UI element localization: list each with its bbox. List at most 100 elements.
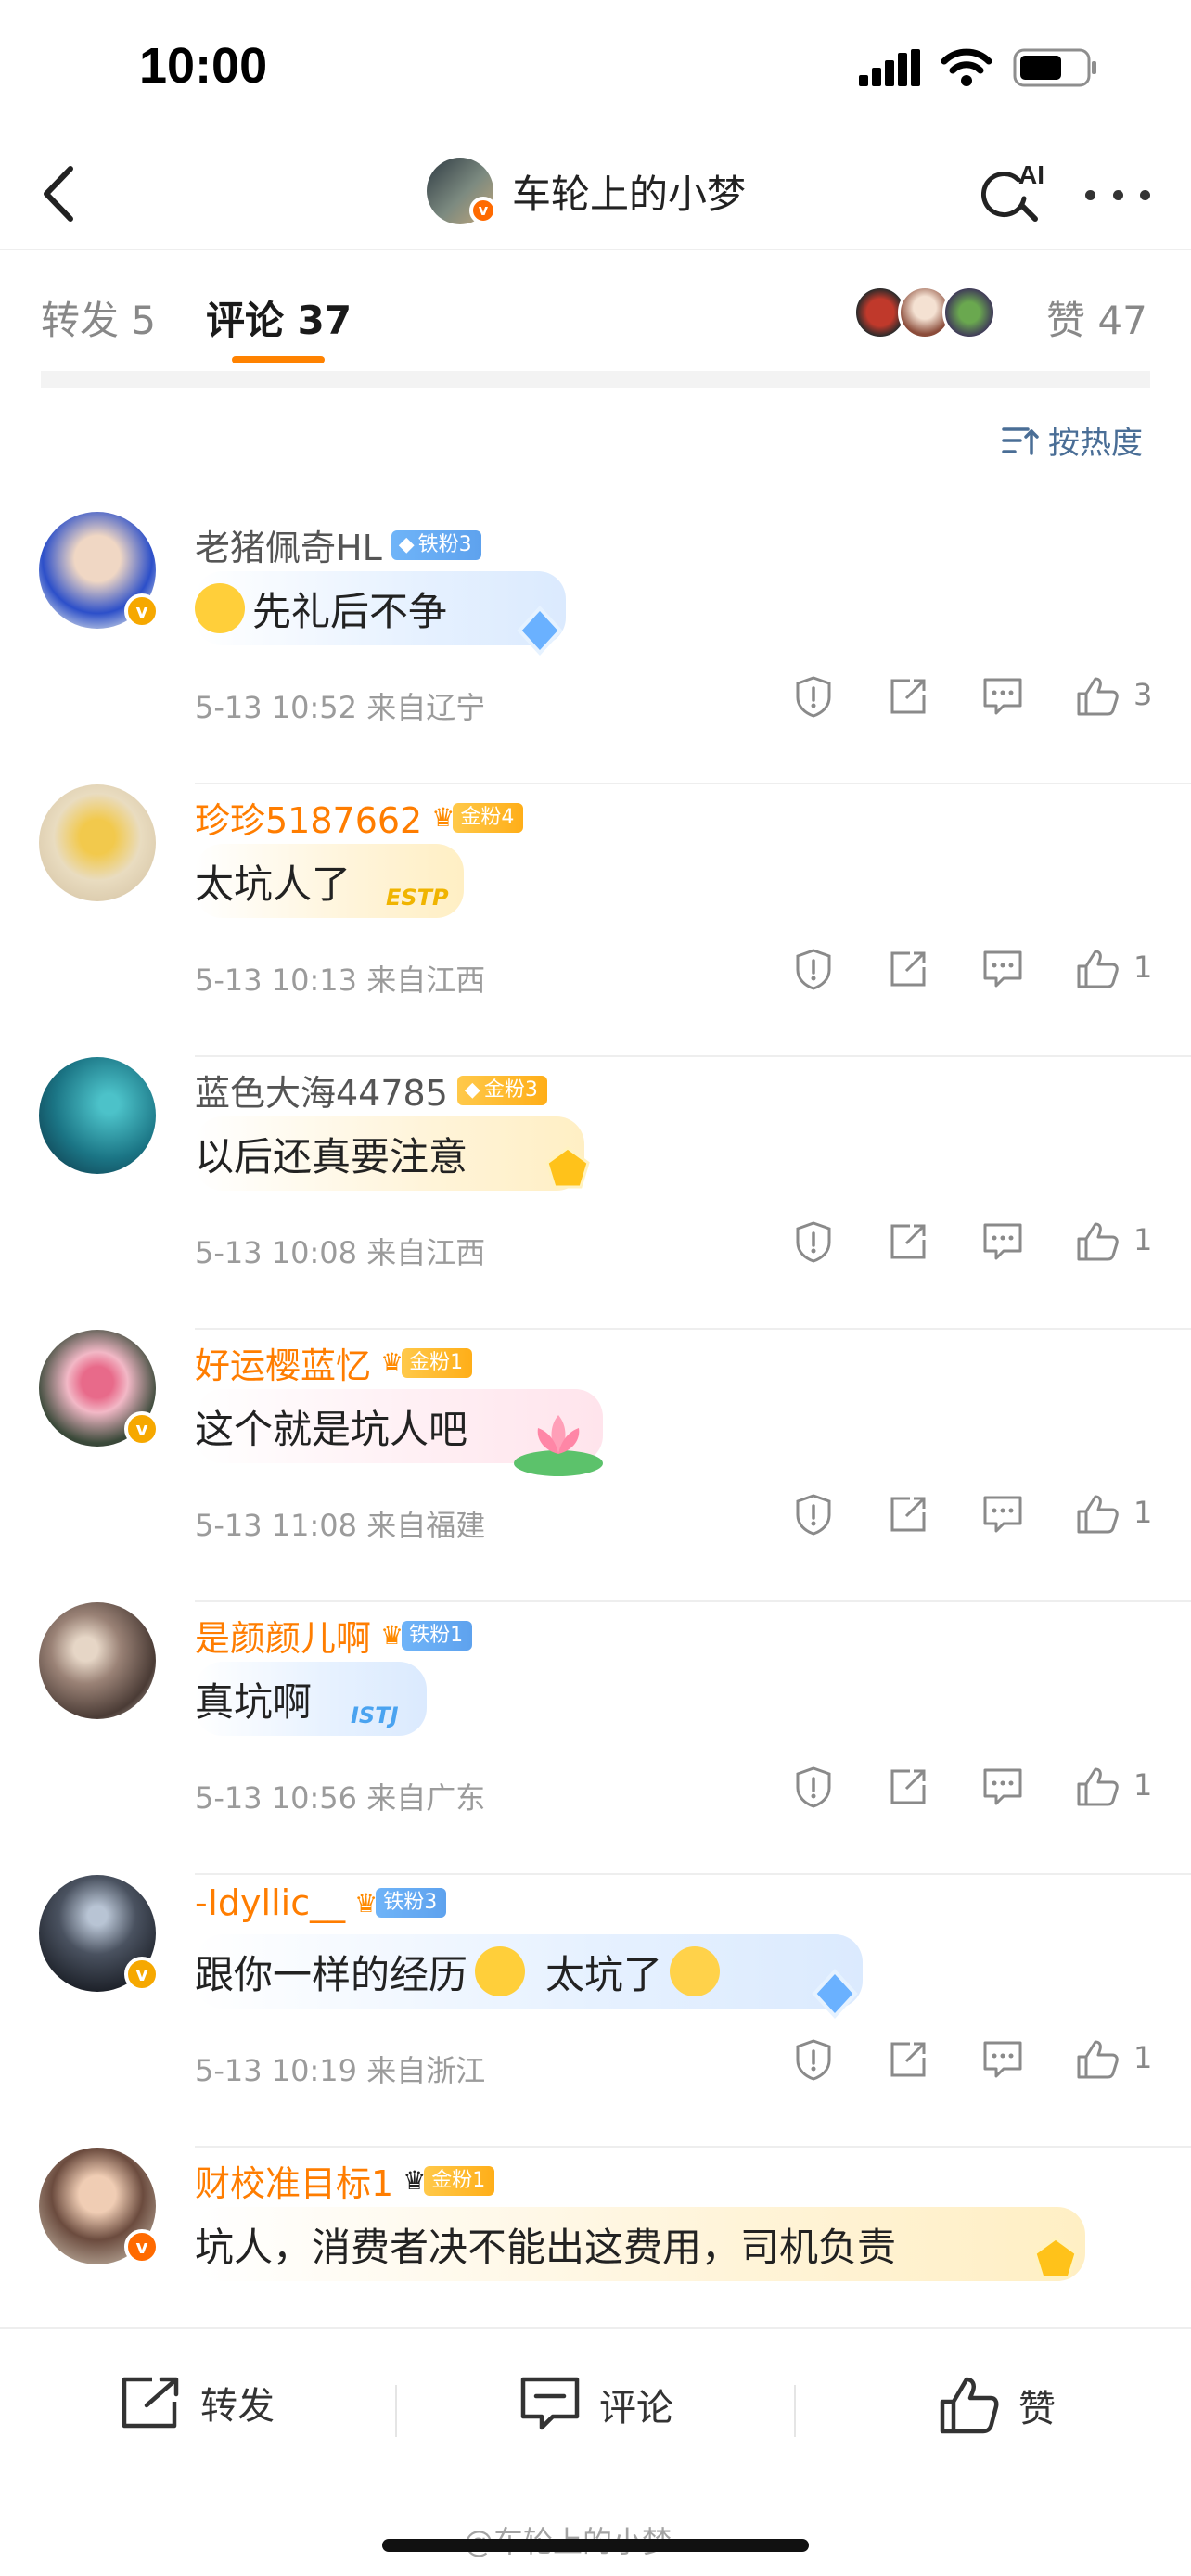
diamond-icon: ◆	[398, 532, 415, 556]
like-button[interactable]	[1072, 1217, 1122, 1267]
fan-badge[interactable]: 金粉1	[402, 1347, 473, 1378]
back-button[interactable]	[30, 161, 85, 226]
tab-repost[interactable]: 转发 5	[41, 289, 156, 346]
like-button[interactable]: 赞	[939, 2376, 1056, 2435]
avatar[interactable]	[39, 1057, 156, 1174]
avatar[interactable]	[39, 784, 156, 901]
avatar[interactable]	[39, 1602, 156, 1719]
username[interactable]: 蓝色大海44785	[195, 1065, 448, 1116]
like-button[interactable]	[1072, 1489, 1122, 1539]
verified-badge: v	[469, 197, 497, 224]
avatar[interactable]: v	[39, 512, 160, 629]
username[interactable]: -Idyllic__	[195, 1882, 345, 1923]
gem-icon: ◆	[464, 1078, 480, 1102]
like-button[interactable]	[1072, 944, 1122, 994]
reply-button[interactable]	[978, 1489, 1028, 1539]
more-dot	[1112, 189, 1123, 200]
report-button[interactable]	[788, 944, 839, 994]
avatar[interactable]: v	[39, 2148, 160, 2264]
sort-button[interactable]: 按热度	[1002, 417, 1143, 463]
warning-shield-icon	[796, 1766, 831, 1808]
warning-shield-icon	[796, 1221, 831, 1263]
more-dot	[1085, 189, 1095, 200]
comment-meta: 5-13 10:19 来自浙江	[195, 2053, 486, 2088]
share-button[interactable]	[883, 2034, 933, 2085]
gold-pentagon-icon	[1033, 2237, 1078, 2279]
report-button[interactable]	[788, 671, 839, 721]
fan-badge[interactable]: 金粉4	[453, 802, 524, 833]
fan-badge[interactable]: ◆ 铁粉3	[391, 529, 481, 560]
comment-button[interactable]: 评论	[519, 2376, 673, 2433]
share-icon	[890, 951, 926, 987]
report-button[interactable]	[788, 1489, 839, 1539]
username[interactable]: 是颜颜儿啊	[195, 1610, 371, 1661]
comment-actions: 1	[788, 2034, 1159, 2090]
liker-avatars[interactable]	[853, 286, 996, 339]
fan-badge-label: 金粉3	[483, 1078, 538, 1102]
avatar[interactable]: v	[39, 1875, 160, 1992]
crown-icon: ♛	[380, 1347, 404, 1378]
fan-badge[interactable]: 金粉1	[424, 2165, 495, 2196]
report-button[interactable]	[788, 1217, 839, 1267]
reply-button[interactable]	[978, 1217, 1028, 1267]
comment-actions: 1	[788, 944, 1159, 1000]
share-button[interactable]	[883, 1762, 933, 1812]
nav-author[interactable]: v 车轮上的小梦	[427, 158, 746, 224]
report-button[interactable]	[788, 1762, 839, 1812]
comment-meta: 5-13 10:08 来自江西	[195, 1235, 486, 1270]
username[interactable]: 财校准目标1	[195, 2155, 393, 2206]
reply-button[interactable]	[978, 2034, 1028, 2085]
bottom-action-bar: 转发 评论 赞 @车轮上的小梦	[0, 2327, 1191, 2576]
comment-text: 太坑人了	[195, 861, 352, 907]
comment-actions: 1	[788, 1217, 1159, 1272]
crown-icon: ♛	[431, 802, 455, 833]
crown-icon: ♛	[380, 1620, 404, 1651]
fan-badge[interactable]: 铁粉3	[376, 1888, 447, 1918]
report-button[interactable]	[788, 2034, 839, 2085]
share-button[interactable]	[883, 1489, 933, 1539]
verified-badge: v	[124, 593, 160, 629]
fan-badge-label: 金粉1	[431, 2168, 486, 2192]
avatar[interactable]: v	[39, 1330, 160, 1447]
fan-badge[interactable]: 铁粉1	[402, 1620, 473, 1651]
signal-icon	[859, 49, 920, 86]
ai-search-button[interactable]: AI	[976, 158, 1046, 228]
reply-button[interactable]	[978, 1762, 1028, 1812]
like-count: 1	[1133, 1767, 1153, 1803]
author-avatar[interactable]: v	[427, 158, 497, 224]
share-button[interactable]	[883, 944, 933, 994]
like-button[interactable]	[1072, 671, 1122, 721]
status-bar: 10:00	[0, 0, 1191, 139]
comment-item: v 财校准目标1 ♛ 金粉1 坑人，消费者决不能出这费用，司机负责	[0, 2148, 1191, 2327]
like-button[interactable]	[1072, 1762, 1122, 1812]
reply-button[interactable]	[978, 671, 1028, 721]
more-button[interactable]	[1085, 176, 1150, 213]
like-count: 1	[1133, 2040, 1153, 2075]
warning-shield-icon	[796, 2039, 831, 2081]
share-button[interactable]	[883, 671, 933, 721]
reply-button[interactable]	[978, 944, 1028, 994]
fan-badge-label: 铁粉3	[417, 532, 472, 556]
lotus-icon	[514, 1415, 603, 1476]
username[interactable]: 珍珍5187662	[195, 792, 422, 843]
comment-icon	[983, 1768, 1022, 1805]
comment-icon	[520, 2377, 580, 2430]
tab-comment[interactable]: 评论 37	[206, 289, 352, 346]
chevron-left-icon	[44, 166, 73, 222]
comment-item: v 老猪佩奇HL ◆ 铁粉3 先礼后不争 5-13 10:52 来自辽宁 3	[0, 512, 1191, 784]
repost-button[interactable]: 转发	[121, 2376, 275, 2429]
comment-text: 先礼后不争	[252, 588, 448, 634]
username[interactable]: 好运樱蓝忆	[195, 1337, 371, 1388]
like-label: 赞	[1018, 2388, 1056, 2430]
comment-meta: 5-13 10:52 来自辽宁	[195, 690, 486, 725]
username[interactable]: 老猪佩奇HL	[195, 519, 382, 570]
ai-search-icon: AI	[980, 160, 1044, 222]
more-dot	[1140, 189, 1150, 200]
tab-like[interactable]: 赞 47	[1046, 289, 1147, 346]
thumbs-up-icon	[1077, 950, 1119, 988]
tab-indicator	[232, 356, 325, 363]
thumbs-up-icon	[940, 2377, 999, 2434]
like-button[interactable]	[1072, 2034, 1122, 2085]
fan-badge[interactable]: ◆ 金粉3	[456, 1075, 547, 1105]
share-button[interactable]	[883, 1217, 933, 1267]
